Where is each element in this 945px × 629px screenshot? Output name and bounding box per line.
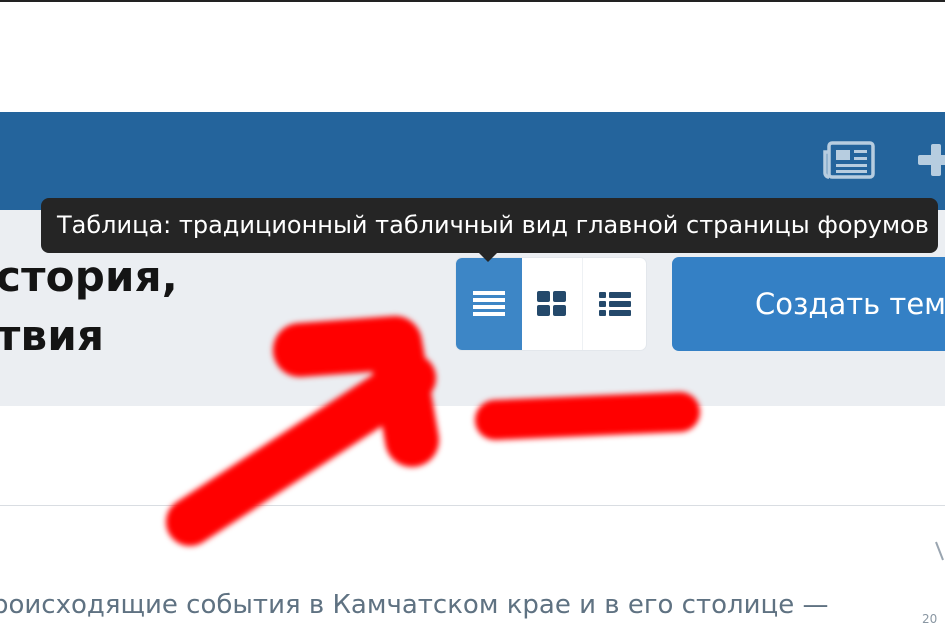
grid-view-button[interactable] [522, 258, 583, 350]
list-view-button[interactable] [583, 258, 646, 350]
list-view-icon [598, 292, 631, 316]
chevron-icon[interactable] [934, 538, 945, 564]
navbar [0, 112, 945, 210]
divider [0, 505, 945, 506]
grid-view-icon [537, 291, 566, 316]
forum-title-line-2: твия [0, 311, 105, 360]
create-topic-button[interactable]: Создать тему [672, 257, 945, 351]
view-tooltip: Таблица: традиционный табличный вид глав… [41, 198, 938, 253]
table-view-icon [473, 291, 505, 316]
page: стория, твия Создать тему Таблица: тради… [0, 0, 945, 629]
top-border [0, 0, 945, 2]
edge-text: 20 [922, 612, 938, 626]
plus-icon[interactable] [916, 140, 945, 180]
forum-title-line-1: стория, [0, 252, 178, 301]
view-switcher [456, 258, 646, 350]
table-view-button[interactable] [456, 258, 522, 350]
newspaper-icon[interactable] [822, 140, 876, 180]
forum-description: роисходящие события в Камчатском крае и … [0, 590, 829, 620]
tooltip-arrow [478, 252, 498, 262]
